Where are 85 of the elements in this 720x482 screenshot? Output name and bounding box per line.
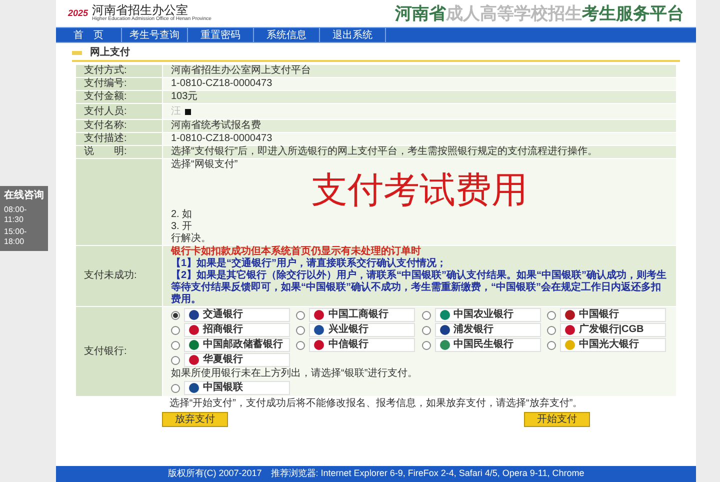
nav-tab[interactable]: 首 页 (56, 28, 122, 42)
bank-name: 广发银行|CGB (578, 325, 644, 335)
nav-tab[interactable]: 系统信息 (254, 28, 320, 42)
bank-name: 中国工商银行 (328, 310, 388, 320)
bank-logo[interactable]: 华夏银行 (184, 353, 290, 367)
org-name: 河南省招生办公室 (92, 4, 188, 16)
bank-name: 中国民生银行 (454, 340, 514, 350)
warning-text: 【1】如果是“交通银行”用户，请直接联系交行确认支付情况； (171, 258, 448, 269)
overlay-caption: 支付考试费用 (310, 171, 528, 209)
note-fragment: 2. 如 (171, 209, 194, 221)
bank-logo[interactable]: 中国邮政储蓄银行 (184, 338, 290, 352)
action-button[interactable]: 放弃支付 (162, 412, 228, 427)
bank-logo[interactable]: 中国银联 (184, 381, 290, 395)
radio-button[interactable] (171, 384, 180, 392)
nav-tab[interactable]: 重置密码 (188, 28, 254, 42)
consult-hours: 15:00-18:00 (4, 226, 28, 246)
radio-button[interactable] (422, 310, 430, 320)
bank-name: 浦发银行 (454, 325, 494, 335)
row-label: 说 明: (76, 146, 162, 158)
bank-name: 兴业银行 (328, 325, 368, 335)
redaction-block (185, 108, 191, 114)
radio-button[interactable] (546, 340, 556, 350)
bank-name: 中信银行 (328, 340, 368, 350)
bank-logo[interactable]: 浦发银行 (434, 323, 540, 337)
logo-mark: 2025 (68, 6, 88, 20)
radio-button[interactable] (296, 340, 306, 350)
radio-button[interactable] (171, 356, 180, 364)
row-label: 支付金额: (76, 91, 162, 103)
bank-name: 中国邮政储蓄银行 (203, 340, 283, 350)
bank-logo[interactable]: 招商银行 (184, 323, 290, 337)
consult-hours: 08:00-11:30 (4, 204, 28, 224)
bank-logo[interactable]: 中国银行 (560, 308, 666, 322)
bank-logo[interactable]: 中国工商银行 (309, 308, 416, 322)
bank-logo[interactable]: 中国民生银行 (434, 338, 540, 352)
bank-name: 中国农业银行 (454, 310, 514, 320)
radio-button[interactable] (171, 326, 180, 334)
bank-logo[interactable]: 中国光大银行 (560, 338, 666, 352)
warning-text: 【2】如果是其它银行（除交行以外）用户，请联系“中国银联”确认支付结果。如果“中国银联”确认成功，则考生等待支付结果反馈即可，如果“中国银联”确认不成功，考生需重新缴费，“中国银联”会在规定工作日内返还多扣费用。 (171, 270, 668, 306)
platform-title: 河南省成人高等学校招生考生服务平台 (395, 2, 684, 25)
row-label: 支付未成功: (76, 246, 162, 306)
bank-name: 华夏银行 (203, 355, 243, 365)
bank-logo[interactable]: 中国农业银行 (434, 308, 540, 322)
payment-instruction: 选择“开始支付”，支付成功后将不能修改报名、报考信息，如果放弃支付，请选择“放弃支付”。 (168, 398, 584, 410)
row-label: 支付方式: (76, 65, 162, 77)
footer-text: 版权所有(C) 2007-2017 推荐浏览器: Internet Explorer 6-9, FireFox 2-4, Safari 4/5, Opera 9-11, Chrome (168, 467, 584, 480)
row-value: 河南省统考试报名费 (171, 120, 261, 132)
radio-button[interactable] (296, 310, 306, 320)
bank-logo[interactable]: 交通银行 (184, 308, 290, 322)
row-value: 河南省招生办公室网上支付平台 (171, 65, 311, 77)
consult-title: 在线咨询 (4, 190, 44, 202)
nav-tab[interactable]: 考生号查询 (122, 28, 188, 42)
row-value: 选择“支付银行”后，即进入所选银行的网上支付平台，考生需按照银行规定的支付流程进行操作。 (171, 146, 598, 158)
nav-tab[interactable]: 退出系统 (320, 28, 386, 42)
bank-name: 交通银行 (203, 310, 243, 320)
radio-button[interactable] (296, 326, 306, 334)
bank-name: 中国银行 (578, 310, 619, 320)
bank-name: 中国光大银行 (578, 340, 639, 350)
radio-button[interactable] (171, 310, 180, 320)
bank-logo[interactable]: 中信银行 (309, 338, 416, 352)
radio-button[interactable] (546, 310, 556, 320)
radio-button[interactable] (422, 326, 430, 334)
warning-heading: 银行卡如扣款成功但本系统首页仍显示有未处理的订单时 (171, 246, 422, 257)
row-label: 支付银行: (76, 307, 162, 396)
consult-panel[interactable]: 在线咨询 08:00-11:30 15:00-18:00 (0, 186, 48, 250)
row-label: 支付编号: (76, 78, 162, 90)
note-fragment: 3. 开 (171, 221, 194, 232)
bank-note: 如果所使用银行未在上方列出，请选择“银联”进行支付。 (171, 368, 419, 380)
row-value: 103元 (171, 91, 198, 103)
row-label: 支付名称: (76, 120, 162, 132)
row-value: 1-0810-CZ18-0000473 (171, 78, 272, 90)
note-fragment: 行解决。 (171, 233, 212, 245)
radio-button[interactable] (546, 326, 556, 334)
note-fragment: 选择“网银支付” (171, 159, 239, 171)
row-value: 汪 (171, 105, 181, 119)
bank-name: 招商银行 (203, 325, 243, 335)
bank-logo[interactable]: 兴业银行 (309, 323, 416, 337)
action-button[interactable]: 开始支付 (524, 412, 590, 427)
radio-button[interactable] (171, 340, 180, 350)
section-title: 网上支付 (90, 46, 130, 60)
bank-logo[interactable]: 广发银行|CGB (560, 323, 666, 337)
bank-name: 中国银联 (203, 383, 243, 393)
radio-button[interactable] (422, 340, 430, 350)
row-label: 支付人员: (76, 104, 162, 119)
row-value: 1-0810-CZ18-0000473 (171, 133, 272, 145)
row-label: 支付描述: (76, 133, 162, 145)
